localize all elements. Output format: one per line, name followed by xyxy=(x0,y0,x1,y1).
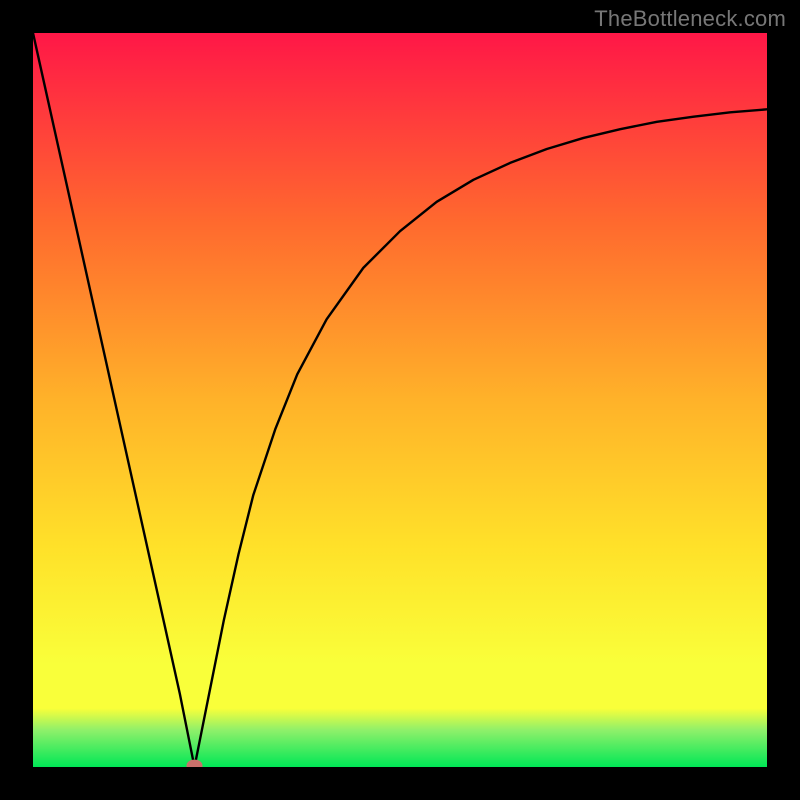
chart-plot-area xyxy=(33,33,767,767)
chart-outer-frame: TheBottleneck.com xyxy=(0,0,800,800)
gradient-background xyxy=(33,33,767,767)
chart-svg xyxy=(33,33,767,767)
watermark-text: TheBottleneck.com xyxy=(594,6,786,32)
